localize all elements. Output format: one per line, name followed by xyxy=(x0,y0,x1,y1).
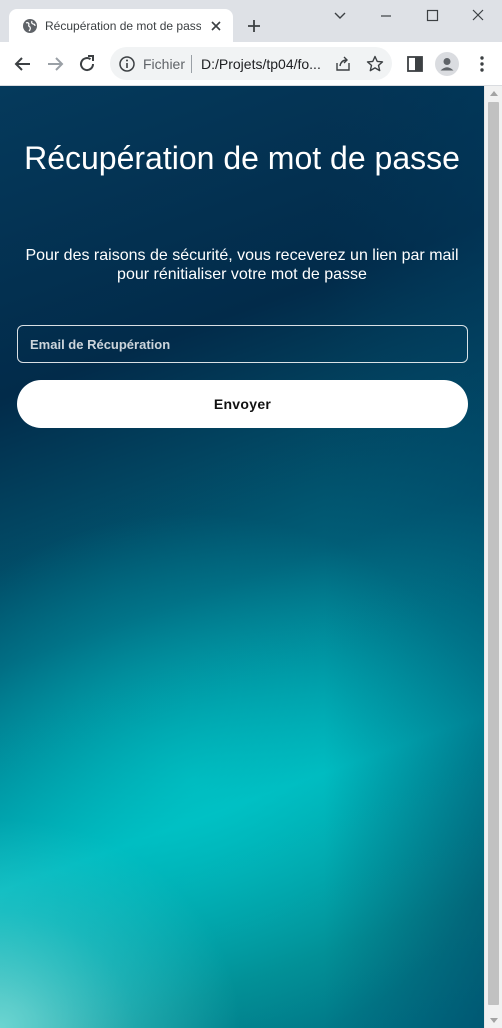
recovery-email-input[interactable] xyxy=(17,325,468,363)
chevron-down-icon[interactable] xyxy=(326,4,354,28)
scroll-up-arrow-icon[interactable] xyxy=(490,91,498,96)
browser-titlebar: Récupération de mot de passe xyxy=(0,0,502,42)
tab-title: Récupération de mot de passe xyxy=(45,19,201,33)
side-panel-icon[interactable] xyxy=(403,52,427,76)
page-description: Pour des raisons de sécurité, vous recev… xyxy=(25,247,459,283)
vertical-scrollbar[interactable] xyxy=(484,86,502,1028)
url-separator xyxy=(191,55,192,73)
page-viewport: Récupération de mot de passe Pour des ra… xyxy=(0,86,484,1028)
globe-icon xyxy=(23,19,37,33)
info-icon[interactable] xyxy=(118,55,136,73)
star-icon[interactable] xyxy=(365,54,385,74)
address-bar[interactable]: Fichier D:/Projets/tp04/fo... xyxy=(110,47,392,80)
back-arrow-icon[interactable] xyxy=(11,52,35,76)
profile-avatar-icon[interactable] xyxy=(435,52,459,76)
page-title: Récupération de mot de passe xyxy=(24,140,460,176)
share-icon[interactable] xyxy=(334,55,352,73)
browser-tab[interactable]: Récupération de mot de passe xyxy=(9,9,233,42)
browser-toolbar: Fichier D:/Projets/tp04/fo... xyxy=(0,42,502,86)
forward-arrow-icon[interactable] xyxy=(43,52,67,76)
person-icon xyxy=(440,58,454,71)
kebab-menu-icon[interactable] xyxy=(470,52,494,76)
scroll-down-arrow-icon[interactable] xyxy=(490,1018,498,1023)
minimize-icon[interactable] xyxy=(372,4,400,28)
plus-icon[interactable] xyxy=(244,16,264,36)
scrollbar-thumb[interactable] xyxy=(488,102,499,1005)
url-scheme-label: Fichier xyxy=(143,56,186,72)
reload-icon[interactable] xyxy=(75,52,99,76)
close-window-icon[interactable] xyxy=(464,4,492,28)
send-button[interactable]: Envoyer xyxy=(17,380,468,428)
url-text[interactable]: D:/Projets/tp04/fo... xyxy=(201,56,321,72)
maximize-icon[interactable] xyxy=(418,4,446,28)
close-icon[interactable] xyxy=(207,17,225,35)
